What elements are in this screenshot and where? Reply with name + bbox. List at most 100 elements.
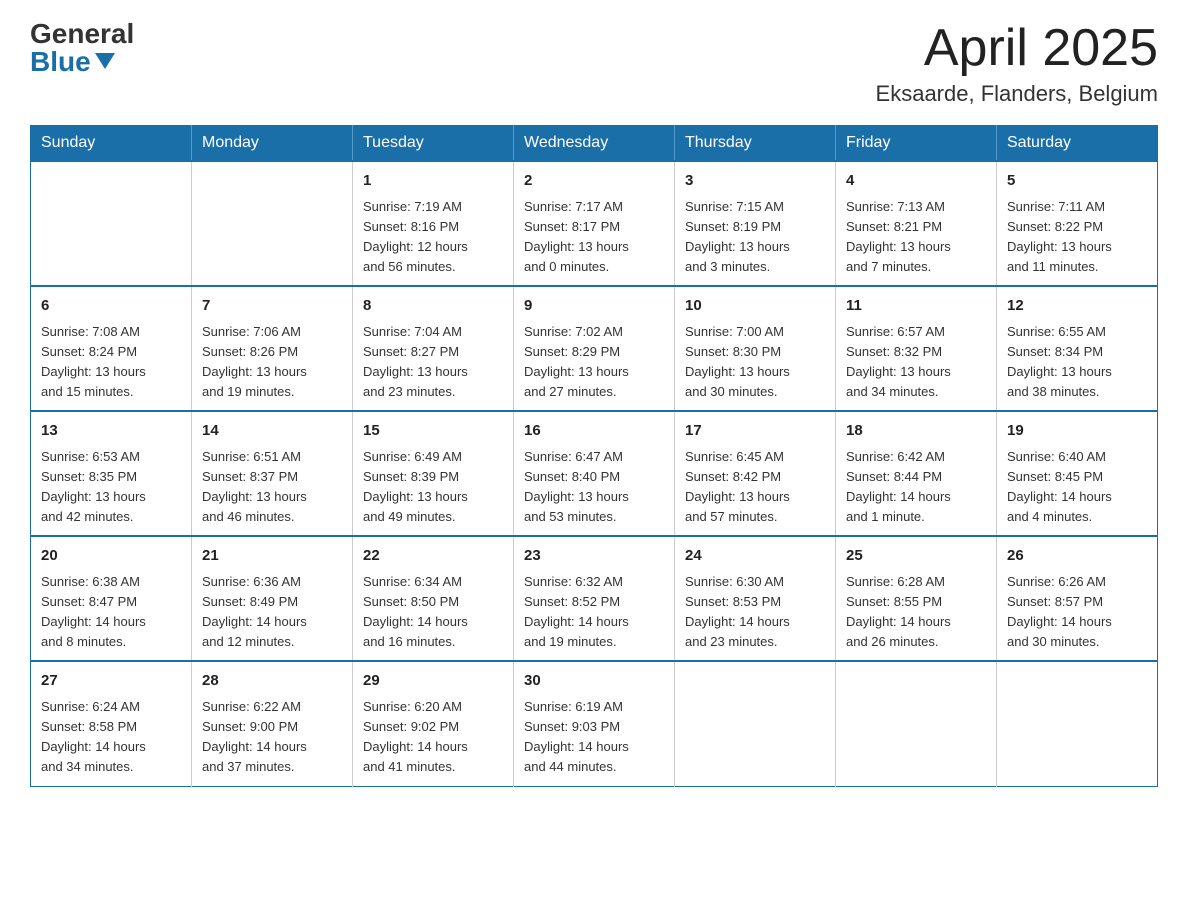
- day-info: Sunrise: 6:24 AM Sunset: 8:58 PM Dayligh…: [41, 697, 181, 778]
- calendar-cell: 25 Sunrise: 6:28 AM Sunset: 8:55 PM Dayli…: [836, 536, 997, 661]
- calendar-cell: 16 Sunrise: 6:47 AM Sunset: 8:40 PM Dayli…: [514, 411, 675, 536]
- page-title: April 2025: [876, 20, 1158, 77]
- day-number: 19: [1007, 420, 1147, 443]
- calendar-cell: 3Sunrise: 7:15 AM Sunset: 8:19 PM Daylig…: [675, 161, 836, 286]
- calendar-cell: [997, 661, 1158, 786]
- day-info: Sunrise: 7:17 AM Sunset: 8:17 PM Dayligh…: [524, 197, 664, 278]
- day-info: Sunrise: 6:55 AM Sunset: 8:34 PM Dayligh…: [1007, 322, 1147, 403]
- day-number: 15: [363, 420, 503, 443]
- location-subtitle: Eksaarde, Flanders, Belgium: [876, 81, 1158, 107]
- day-number: 30: [524, 670, 664, 693]
- day-number: 22: [363, 545, 503, 568]
- calendar-cell: [836, 661, 997, 786]
- day-info: Sunrise: 7:08 AM Sunset: 8:24 PM Dayligh…: [41, 322, 181, 403]
- day-info: Sunrise: 7:06 AM Sunset: 8:26 PM Dayligh…: [202, 322, 342, 403]
- day-number: 17: [685, 420, 825, 443]
- day-info: Sunrise: 6:36 AM Sunset: 8:49 PM Dayligh…: [202, 572, 342, 653]
- day-info: Sunrise: 7:19 AM Sunset: 8:16 PM Dayligh…: [363, 197, 503, 278]
- logo-blue-text: Blue: [30, 48, 115, 76]
- day-number: 1: [363, 170, 503, 193]
- calendar-cell: 15 Sunrise: 6:49 AM Sunset: 8:39 PM Dayli…: [353, 411, 514, 536]
- day-info: Sunrise: 6:57 AM Sunset: 8:32 PM Dayligh…: [846, 322, 986, 403]
- day-number: 23: [524, 545, 664, 568]
- calendar-cell: 8 Sunrise: 7:04 AM Sunset: 8:27 PM Daylig…: [353, 286, 514, 411]
- day-info: Sunrise: 6:42 AM Sunset: 8:44 PM Dayligh…: [846, 447, 986, 528]
- day-number: 3: [685, 170, 825, 193]
- calendar-cell: 23 Sunrise: 6:32 AM Sunset: 8:52 PM Dayli…: [514, 536, 675, 661]
- calendar-cell: 12 Sunrise: 6:55 AM Sunset: 8:34 PM Dayli…: [997, 286, 1158, 411]
- calendar-cell: 2 Sunrise: 7:17 AM Sunset: 8:17 PM Daylig…: [514, 161, 675, 286]
- calendar-cell: 4Sunrise: 7:13 AM Sunset: 8:21 PM Daylig…: [836, 161, 997, 286]
- calendar-cell: 27 Sunrise: 6:24 AM Sunset: 8:58 PM Dayli…: [31, 661, 192, 786]
- day-info: Sunrise: 6:45 AM Sunset: 8:42 PM Dayligh…: [685, 447, 825, 528]
- day-info: Sunrise: 6:34 AM Sunset: 8:50 PM Dayligh…: [363, 572, 503, 653]
- day-info: Sunrise: 6:32 AM Sunset: 8:52 PM Dayligh…: [524, 572, 664, 653]
- day-number: 12: [1007, 295, 1147, 318]
- day-number: 27: [41, 670, 181, 693]
- day-number: 20: [41, 545, 181, 568]
- calendar-cell: 30Sunrise: 6:19 AM Sunset: 9:03 PM Dayli…: [514, 661, 675, 786]
- day-of-week-sunday: Sunday: [31, 126, 192, 162]
- day-number: 11: [846, 295, 986, 318]
- calendar-cell: 9Sunrise: 7:02 AM Sunset: 8:29 PM Daylig…: [514, 286, 675, 411]
- day-info: Sunrise: 6:28 AM Sunset: 8:55 PM Dayligh…: [846, 572, 986, 653]
- day-number: 16: [524, 420, 664, 443]
- calendar-cell: [31, 161, 192, 286]
- day-number: 8: [363, 295, 503, 318]
- calendar-cell: 22 Sunrise: 6:34 AM Sunset: 8:50 PM Dayli…: [353, 536, 514, 661]
- day-info: Sunrise: 6:38 AM Sunset: 8:47 PM Dayligh…: [41, 572, 181, 653]
- calendar-week-row: 27 Sunrise: 6:24 AM Sunset: 8:58 PM Dayli…: [31, 661, 1158, 786]
- calendar-week-row: 20 Sunrise: 6:38 AM Sunset: 8:47 PM Dayli…: [31, 536, 1158, 661]
- day-info: Sunrise: 6:47 AM Sunset: 8:40 PM Dayligh…: [524, 447, 664, 528]
- day-info: Sunrise: 7:11 AM Sunset: 8:22 PM Dayligh…: [1007, 197, 1147, 278]
- calendar-cell: [192, 161, 353, 286]
- day-number: 4: [846, 170, 986, 193]
- day-info: Sunrise: 7:00 AM Sunset: 8:30 PM Dayligh…: [685, 322, 825, 403]
- calendar-cell: 28 Sunrise: 6:22 AM Sunset: 9:00 PM Dayli…: [192, 661, 353, 786]
- calendar-cell: 1 Sunrise: 7:19 AM Sunset: 8:16 PM Daylig…: [353, 161, 514, 286]
- calendar-week-row: 13Sunrise: 6:53 AM Sunset: 8:35 PM Dayli…: [31, 411, 1158, 536]
- day-of-week-saturday: Saturday: [997, 126, 1158, 162]
- day-number: 13: [41, 420, 181, 443]
- calendar-cell: 10 Sunrise: 7:00 AM Sunset: 8:30 PM Dayli…: [675, 286, 836, 411]
- day-number: 18: [846, 420, 986, 443]
- day-number: 24: [685, 545, 825, 568]
- calendar-table: SundayMondayTuesdayWednesdayThursdayFrid…: [30, 125, 1158, 786]
- day-number: 10: [685, 295, 825, 318]
- day-number: 25: [846, 545, 986, 568]
- calendar-cell: 21Sunrise: 6:36 AM Sunset: 8:49 PM Dayli…: [192, 536, 353, 661]
- calendar-week-row: 1 Sunrise: 7:19 AM Sunset: 8:16 PM Daylig…: [31, 161, 1158, 286]
- day-info: Sunrise: 6:26 AM Sunset: 8:57 PM Dayligh…: [1007, 572, 1147, 653]
- calendar-cell: 5 Sunrise: 7:11 AM Sunset: 8:22 PM Daylig…: [997, 161, 1158, 286]
- calendar-cell: [675, 661, 836, 786]
- day-number: 26: [1007, 545, 1147, 568]
- calendar-cell: 17 Sunrise: 6:45 AM Sunset: 8:42 PM Dayli…: [675, 411, 836, 536]
- page-header: General Blue April 2025 Eksaarde, Flande…: [30, 20, 1158, 107]
- calendar-cell: 19 Sunrise: 6:40 AM Sunset: 8:45 PM Dayli…: [997, 411, 1158, 536]
- day-number: 28: [202, 670, 342, 693]
- day-info: Sunrise: 6:51 AM Sunset: 8:37 PM Dayligh…: [202, 447, 342, 528]
- title-block: April 2025 Eksaarde, Flanders, Belgium: [876, 20, 1158, 107]
- day-of-week-monday: Monday: [192, 126, 353, 162]
- day-info: Sunrise: 6:40 AM Sunset: 8:45 PM Dayligh…: [1007, 447, 1147, 528]
- day-info: Sunrise: 7:02 AM Sunset: 8:29 PM Dayligh…: [524, 322, 664, 403]
- day-number: 7: [202, 295, 342, 318]
- calendar-cell: 29Sunrise: 6:20 AM Sunset: 9:02 PM Dayli…: [353, 661, 514, 786]
- day-number: 29: [363, 670, 503, 693]
- day-info: Sunrise: 6:30 AM Sunset: 8:53 PM Dayligh…: [685, 572, 825, 653]
- calendar-week-row: 6Sunrise: 7:08 AM Sunset: 8:24 PM Daylig…: [31, 286, 1158, 411]
- day-of-week-wednesday: Wednesday: [514, 126, 675, 162]
- day-info: Sunrise: 6:49 AM Sunset: 8:39 PM Dayligh…: [363, 447, 503, 528]
- calendar-cell: 24 Sunrise: 6:30 AM Sunset: 8:53 PM Dayli…: [675, 536, 836, 661]
- calendar-cell: 11 Sunrise: 6:57 AM Sunset: 8:32 PM Dayli…: [836, 286, 997, 411]
- logo: General Blue: [30, 20, 134, 76]
- logo-general-text: General: [30, 20, 134, 48]
- calendar-cell: 18 Sunrise: 6:42 AM Sunset: 8:44 PM Dayli…: [836, 411, 997, 536]
- day-info: Sunrise: 6:22 AM Sunset: 9:00 PM Dayligh…: [202, 697, 342, 778]
- day-number: 2: [524, 170, 664, 193]
- day-info: Sunrise: 7:04 AM Sunset: 8:27 PM Dayligh…: [363, 322, 503, 403]
- day-number: 5: [1007, 170, 1147, 193]
- calendar-cell: 26 Sunrise: 6:26 AM Sunset: 8:57 PM Dayli…: [997, 536, 1158, 661]
- day-of-week-thursday: Thursday: [675, 126, 836, 162]
- calendar-cell: 14Sunrise: 6:51 AM Sunset: 8:37 PM Dayli…: [192, 411, 353, 536]
